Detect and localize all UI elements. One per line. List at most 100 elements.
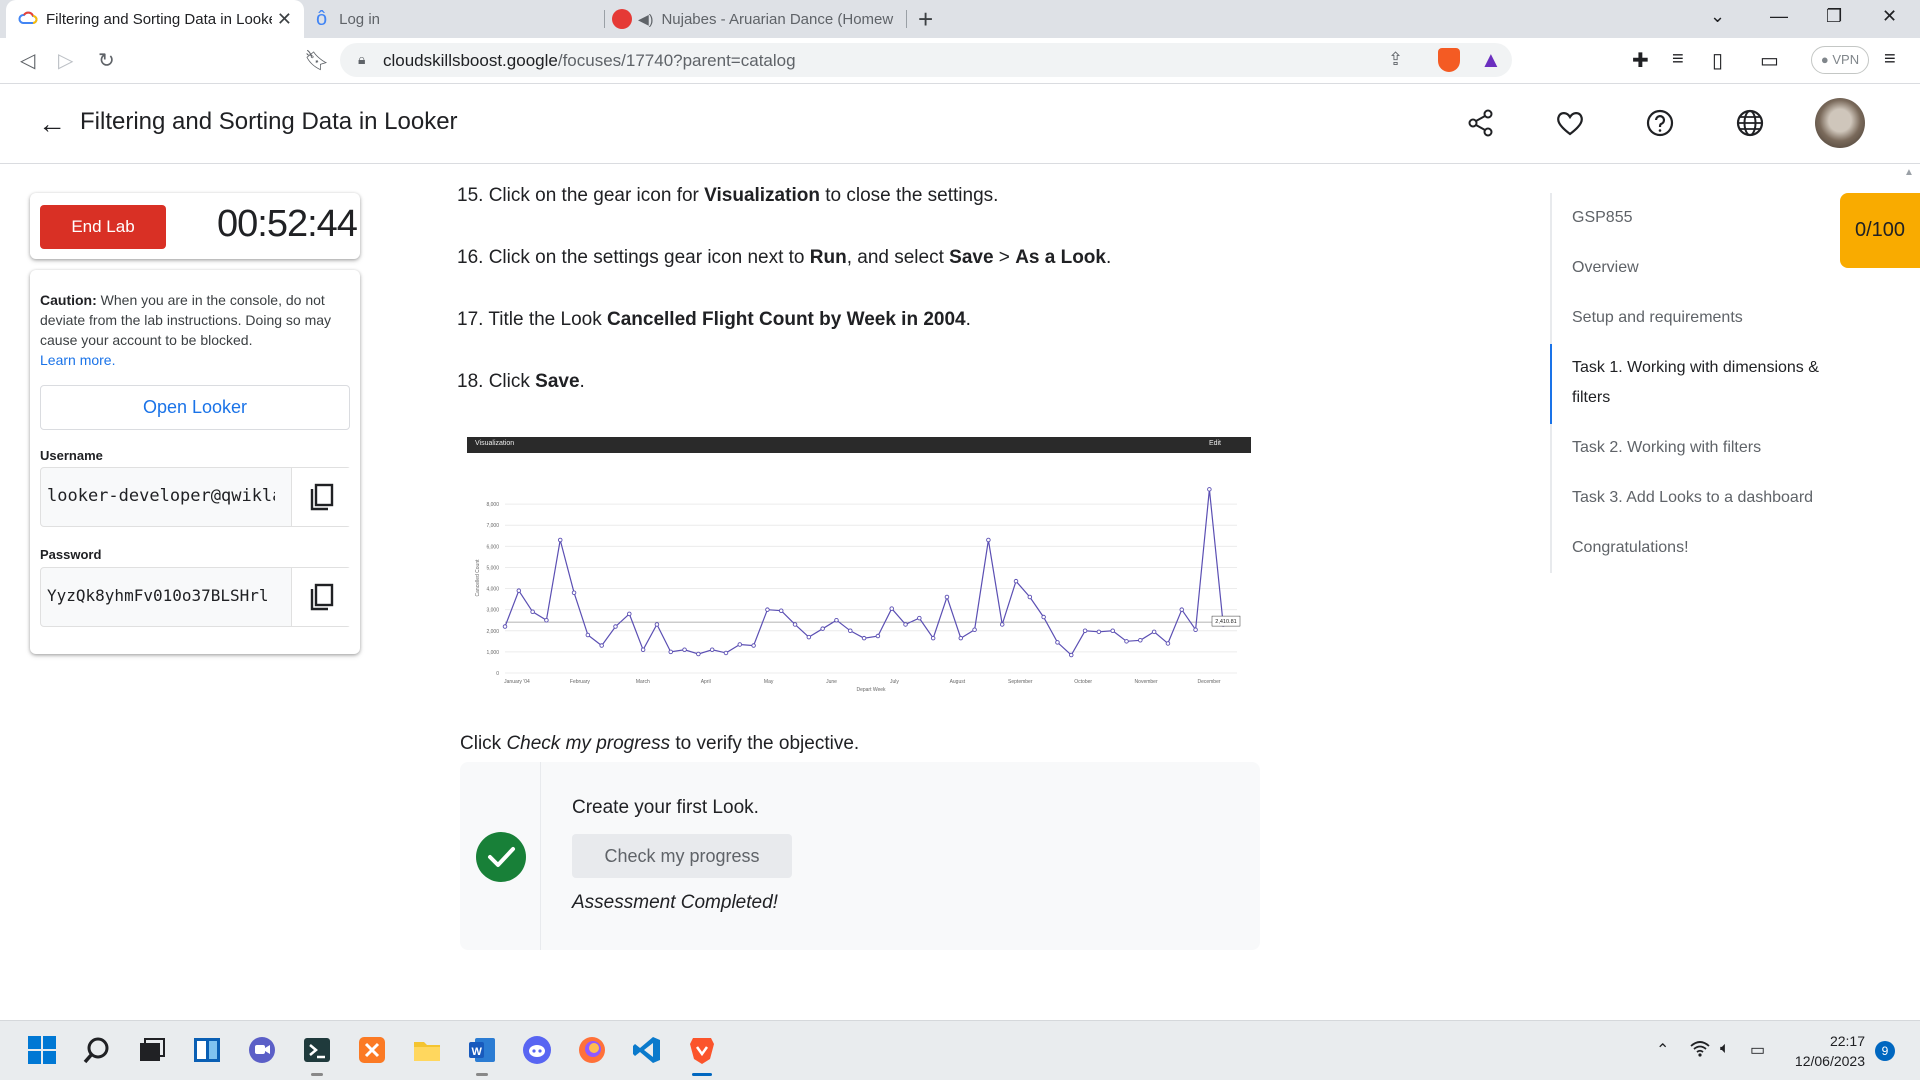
tab-close-icon[interactable]: ✕ — [277, 9, 292, 30]
tab-title: Log in — [339, 10, 380, 28]
copy-username-button[interactable] — [291, 468, 351, 526]
learn-more-link[interactable]: Learn more. — [40, 352, 115, 368]
search-icon[interactable] — [82, 1035, 112, 1065]
extensions-icon[interactable]: ✚ — [1632, 48, 1649, 73]
toc-item-task1[interactable]: Task 1. Working with dimensions & filter… — [1572, 353, 1847, 413]
windows-start-icon[interactable] — [27, 1035, 57, 1065]
playlist-icon[interactable]: ≡ — [1672, 48, 1684, 71]
speaker-icon[interactable]: ◀) — [638, 11, 653, 28]
visualization-toolbar: Visualization Edit — [467, 437, 1251, 453]
open-looker-button[interactable]: Open Looker — [40, 385, 350, 430]
brave-shield-icon[interactable] — [1438, 48, 1460, 72]
data-point — [585, 632, 591, 638]
username-field[interactable]: looker-developer@qwiklabs.com — [40, 467, 351, 527]
share-page-icon[interactable]: ⇪ — [1388, 49, 1403, 70]
forward-nav-icon[interactable]: ▷ — [58, 48, 73, 73]
username-value[interactable]: looker-developer@qwiklabs.com — [47, 486, 275, 506]
task-view-icon[interactable] — [137, 1035, 167, 1065]
y-tick-label: 1,000 — [486, 650, 499, 656]
step-text: Click — [488, 371, 536, 392]
firefox-icon[interactable] — [577, 1035, 607, 1065]
chat-icon[interactable] — [247, 1035, 277, 1065]
avatar[interactable] — [1815, 98, 1865, 148]
data-point — [778, 608, 784, 613]
page-title: Filtering and Sorting Data in Looker — [80, 108, 458, 135]
check-progress-button[interactable]: Check my progress — [572, 834, 792, 878]
tab-log-in[interactable]: ô Log in — [312, 0, 602, 38]
toc-item-task3[interactable]: Task 3. Add Looks to a dashboard — [1572, 483, 1847, 513]
address-field[interactable]: 🔒︎ cloudskillsboost.google/focuses/17740… — [340, 43, 1512, 77]
system-clock[interactable]: 22:17 12/06/2023 — [1785, 1031, 1865, 1071]
step-number: 16. — [457, 247, 484, 268]
toc-item-task2[interactable]: Task 2. Working with filters — [1572, 433, 1847, 463]
vpn-button[interactable]: ● VPN — [1811, 46, 1869, 74]
help-icon[interactable] — [1643, 106, 1677, 140]
data-point — [599, 643, 604, 648]
word-icon[interactable]: W — [467, 1035, 497, 1065]
data-point — [1165, 641, 1171, 646]
check-line-pre: Click — [460, 733, 507, 754]
widgets-icon[interactable] — [192, 1035, 222, 1065]
toc-item-gsp855[interactable]: GSP855 — [1572, 203, 1847, 233]
show-hidden-icons[interactable]: ⌃ — [1656, 1040, 1669, 1060]
step-text: Click on the gear icon for — [488, 185, 705, 206]
data-point — [737, 642, 743, 647]
toc-item-overview[interactable]: Overview — [1572, 253, 1847, 283]
toc-active-indicator — [1550, 344, 1552, 424]
tab-nujabes[interactable]: ◀) Nujabes - Aruarian Dance (Homew — [608, 0, 904, 38]
close-window-icon[interactable]: ✕ — [1882, 6, 1897, 27]
data-point — [903, 622, 908, 627]
globe-icon[interactable] — [1733, 106, 1767, 140]
new-tab-icon[interactable]: + — [918, 4, 933, 35]
clock-date: 12/06/2023 — [1794, 1053, 1865, 1069]
data-point — [889, 606, 894, 611]
check-line-post: to verify the objective. — [670, 733, 860, 754]
minimize-icon[interactable]: — — [1770, 6, 1788, 27]
notification-badge[interactable]: 9 — [1875, 1041, 1895, 1061]
brave-browser-icon[interactable] — [687, 1035, 717, 1065]
vscode-icon[interactable] — [632, 1035, 662, 1065]
brave-rewards-icon[interactable]: ▲ — [1480, 47, 1502, 73]
data-point — [986, 537, 991, 543]
terminal-icon[interactable] — [302, 1035, 332, 1065]
x-tick-label: April — [701, 679, 711, 685]
scroll-up-icon[interactable]: ▲ — [1904, 167, 1914, 178]
data-point — [571, 590, 577, 596]
x-tick-label: November — [1135, 679, 1158, 685]
tab-search-icon[interactable]: ⌄ — [1710, 6, 1725, 27]
password-value[interactable]: YyzQk8yhmFv010o37BLSHrl — [47, 586, 275, 605]
x-tick-label: July — [890, 679, 899, 685]
data-point — [1193, 627, 1198, 632]
x-tick-label: March — [636, 679, 650, 685]
volume-icon[interactable]: 🔈︎ — [1720, 1040, 1730, 1058]
battery-icon[interactable]: ▭ — [1750, 1040, 1765, 1060]
browser-tab-bar: Filtering and Sorting Data in Looker ✕ ô… — [0, 0, 1920, 38]
data-point — [1027, 594, 1033, 600]
copy-password-button[interactable] — [291, 568, 351, 626]
svg-text:W: W — [472, 1046, 483, 1058]
end-lab-button[interactable]: End Lab — [40, 205, 166, 249]
data-point — [696, 651, 701, 657]
sidebar-icon[interactable]: ▯ — [1712, 48, 1723, 73]
wallet-icon[interactable]: ▭ — [1760, 48, 1779, 73]
tab-filtering-sorting[interactable]: Filtering and Sorting Data in Looker ✕ — [6, 0, 304, 38]
reload-icon[interactable]: ↻ — [98, 48, 115, 73]
data-point — [1110, 628, 1115, 634]
menu-icon[interactable]: ≡ — [1884, 48, 1896, 71]
back-nav-icon[interactable]: ◁ — [20, 48, 35, 73]
vpn-label: VPN — [1832, 52, 1860, 67]
x-tick-label: January '04 — [504, 679, 530, 685]
share-icon[interactable] — [1464, 106, 1498, 140]
back-arrow-icon[interactable]: ← — [38, 108, 66, 140]
step-number: 15. — [457, 185, 484, 206]
file-explorer-icon[interactable] — [412, 1035, 442, 1065]
heart-icon[interactable] — [1553, 106, 1587, 140]
wifi-icon[interactable] — [1690, 1040, 1710, 1063]
restore-icon[interactable]: ❐ — [1826, 6, 1842, 27]
toc-item-setup[interactable]: Setup and requirements — [1572, 303, 1847, 333]
password-field[interactable]: YyzQk8yhmFv010o37BLSHrl — [40, 567, 351, 627]
toc-item-congratulations[interactable]: Congratulations! — [1572, 533, 1847, 563]
xampp-icon[interactable] — [357, 1035, 387, 1065]
bookmark-icon[interactable]: 🔖︎ — [304, 48, 329, 73]
discord-icon[interactable] — [522, 1035, 552, 1065]
